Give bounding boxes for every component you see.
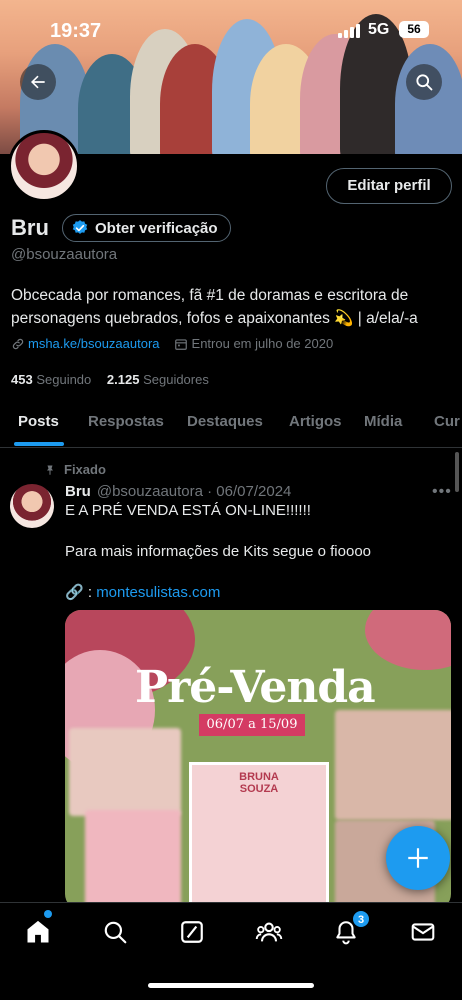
home-indicator (148, 983, 314, 988)
tab-midia[interactable]: Mídia (364, 413, 402, 430)
post-link[interactable]: montesulistas.com (96, 584, 220, 601)
followers-label: Seguidores (143, 372, 209, 387)
following-count: 453 (11, 372, 33, 387)
link-icon (12, 338, 24, 349)
mail-icon (411, 923, 435, 941)
profile-tabs: Posts Respostas Destaques Artigos Mídia … (0, 398, 462, 448)
nav-home[interactable] (23, 917, 53, 947)
profile-bio: Obcecada por romances, fã #1 de doramas … (11, 284, 451, 330)
tab-destaques[interactable]: Destaques (187, 413, 263, 430)
profile-website-link[interactable]: msha.ke/bsouzaautora (28, 336, 160, 351)
bio-line: personagens quebrados, fofos e apaixonan… (11, 310, 418, 327)
blurred-photo (69, 728, 181, 816)
bio-line: Obcecada por romances, fã #1 de doramas … (11, 287, 409, 304)
search-icon (104, 921, 127, 944)
post-link-line: 🔗 : montesulistas.com (65, 583, 220, 601)
more-options-icon[interactable]: ••• (432, 483, 452, 501)
profile-meta: msha.ke/bsouzaautora Entrou em julho de … (11, 336, 333, 351)
plus-icon (408, 848, 428, 868)
nav-communities[interactable] (254, 917, 284, 947)
nav-messages[interactable] (408, 917, 438, 947)
grok-icon (181, 921, 203, 943)
joined-date: Entrou em julho de 2020 (191, 336, 334, 351)
book-cover-photo (85, 810, 181, 910)
post-header: Bru @bsouzaautora · 06/07/2024 (65, 483, 291, 500)
post-text-line: E A PRÉ VENDA ESTÁ ON-LINE!!!!!! (65, 502, 311, 519)
post-avatar[interactable] (10, 484, 54, 528)
edit-profile-button[interactable]: Editar perfil (326, 168, 452, 204)
following-stat[interactable]: 453 Seguindo (11, 372, 91, 387)
pinned-label: Fixado (64, 462, 106, 477)
search-button[interactable] (406, 64, 442, 100)
communities-icon (255, 922, 283, 942)
compose-button[interactable] (386, 826, 450, 890)
get-verified-button[interactable]: Obter verificação (62, 214, 231, 242)
profile-handle: @bsouzaautora (11, 246, 118, 263)
link-emoji: 🔗 : (65, 584, 97, 601)
scrollbar[interactable] (455, 452, 459, 492)
status-bar: 19:37 5G 56 (0, 0, 462, 60)
clock: 19:37 (50, 20, 102, 42)
post-author[interactable]: Bru (65, 483, 91, 500)
followers-count: 2.125 (106, 372, 140, 387)
verified-badge-icon (72, 220, 88, 234)
search-icon (416, 74, 433, 91)
notification-badge: 3 (352, 910, 370, 928)
following-label: Seguindo (36, 372, 92, 387)
home-unread-dot (44, 910, 52, 918)
arrow-left-icon (31, 75, 45, 89)
battery-icon: 56 (399, 21, 429, 38)
calendar-icon (174, 338, 187, 350)
post-handle-date: @bsouzaautora · 06/07/2024 (96, 483, 292, 500)
nav-grok[interactable] (177, 917, 207, 947)
profile-name: Bru (11, 215, 49, 240)
media-title: Pré-Venda (135, 662, 376, 713)
get-verified-label: Obter verificação (95, 219, 218, 237)
pin-icon (47, 465, 53, 475)
decor-shape (365, 610, 451, 670)
followers-stat[interactable]: 2.125 Seguidores (107, 372, 209, 387)
home-icon (27, 920, 49, 943)
book-cover: BRUNA SOUZA (189, 762, 329, 910)
book-author-line: SOUZA (239, 783, 279, 795)
signal-icon (338, 24, 360, 38)
blurred-photo (335, 710, 451, 820)
pinned-indicator: Fixado (44, 462, 106, 477)
active-tab-indicator (14, 442, 64, 446)
media-dates: 06/07 a 15/09 (199, 714, 305, 736)
network-label: 5G (368, 21, 390, 38)
post-text-line: Para mais informações de Kits segue o fi… (65, 543, 371, 560)
book-author: BRUNA SOUZA (192, 771, 326, 795)
book-author-line: BRUNA (239, 771, 279, 783)
tab-posts[interactable]: Posts (18, 413, 59, 430)
tab-artigos[interactable]: Artigos (289, 413, 342, 430)
tab-respostas[interactable]: Respostas (88, 413, 164, 430)
back-button[interactable] (20, 64, 56, 100)
follow-stats: 453 Seguindo 2.125 Seguidores (11, 372, 209, 387)
nav-search[interactable] (100, 917, 130, 947)
profile-avatar[interactable] (8, 130, 80, 202)
tab-curtidas[interactable]: Cur (434, 413, 460, 430)
